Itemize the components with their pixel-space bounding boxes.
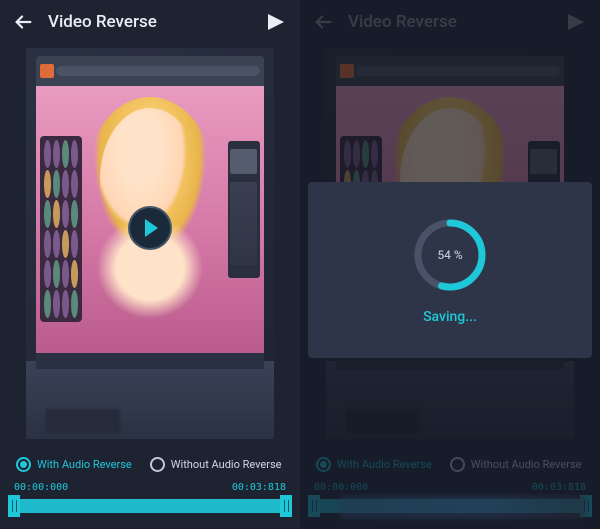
saving-label: Saving... <box>423 309 477 325</box>
time-start: 00:00:000 <box>14 482 68 493</box>
trim-handle-left[interactable] <box>8 495 20 517</box>
radio-label: Without Audio Reverse <box>171 458 282 471</box>
trim-bar[interactable] <box>0 495 300 529</box>
export-icon[interactable] <box>264 10 288 34</box>
trim-track[interactable] <box>20 499 280 513</box>
play-icon <box>145 219 158 237</box>
radio-without-audio[interactable]: Without Audio Reverse <box>150 457 282 472</box>
back-icon[interactable] <box>12 11 34 33</box>
trim-handle-right[interactable] <box>280 495 292 517</box>
radio-selected-icon <box>16 457 31 472</box>
header: Video Reverse <box>0 0 300 44</box>
screen-right: Video Reverse <box>300 0 600 529</box>
progress-percent: 54 % <box>410 215 490 295</box>
screen-left: Video Reverse <box>0 0 300 529</box>
radio-with-audio[interactable]: With Audio Reverse <box>16 457 132 472</box>
play-button[interactable] <box>128 206 172 250</box>
page-title: Video Reverse <box>48 12 250 32</box>
progress-ring: 54 % <box>410 215 490 295</box>
radio-label: With Audio Reverse <box>37 458 132 471</box>
video-preview[interactable] <box>26 48 274 439</box>
time-row: 00:00:000 00:03:818 <box>0 476 300 495</box>
radio-unselected-icon <box>150 457 165 472</box>
time-end: 00:03:818 <box>232 482 286 493</box>
audio-option-row: With Audio Reverse Without Audio Reverse <box>0 449 300 476</box>
saving-dialog: 54 % Saving... <box>308 182 592 358</box>
